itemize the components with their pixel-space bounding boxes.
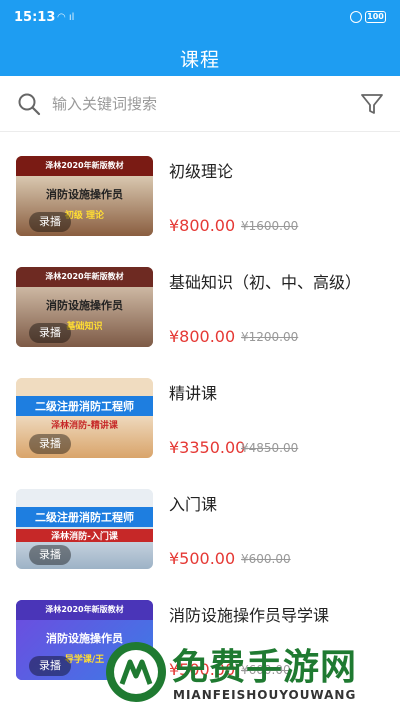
battery-icon: 100 [365, 11, 386, 23]
course-price: ¥500.00 [169, 549, 236, 568]
top-bar: 15:13 ◠ ıl 100 课程 [0, 0, 400, 76]
course-title: 入门课 [169, 495, 218, 514]
course-original-price: ¥4850.00 [241, 441, 299, 455]
recorded-badge: 录播 [29, 545, 71, 565]
course-original-price: ¥600.00 [241, 552, 291, 566]
course-title: 消防设施操作员导学课 [169, 606, 330, 625]
recorded-badge: 录播 [29, 323, 71, 343]
thumb-title-text: 二级注册消防工程师 [16, 507, 153, 527]
watermark-logo-icon [106, 642, 166, 702]
course-thumbnail: 二级注册消防工程师 泽林消防-精讲课 录播 [16, 378, 153, 458]
course-item[interactable]: 二级注册消防工程师 泽林消防-精讲课 录播 精讲课 ¥3350.00 ¥4850… [0, 378, 400, 489]
thumb-sub-text: 泽林消防-入门课 [16, 529, 153, 542]
course-thumbnail: 二级注册消防工程师 泽林消防-入门课 录播 [16, 489, 153, 569]
thumb-title-text: 二级注册消防工程师 [16, 396, 153, 416]
wifi-icon: ◠ ıl [57, 12, 75, 23]
recorded-badge: 录播 [29, 212, 71, 232]
course-original-price: ¥1600.00 [241, 219, 299, 233]
course-price: ¥3350.00 [169, 438, 246, 457]
thumb-top-text: 泽林2020年新版教材 [45, 272, 124, 281]
course-item[interactable]: 泽林2020年新版教材 消防设施操作员 基础知识 录播 基础知识（初、中、高级）… [0, 267, 400, 378]
thumb-sub-text: 泽林消防-精讲课 [51, 421, 118, 431]
course-title: 精讲课 [169, 384, 218, 403]
filter-icon[interactable] [360, 92, 384, 116]
course-item[interactable]: 泽林2020年新版教材 消防设施操作员 初级 理论 录播 初级理论 ¥800.0… [0, 156, 400, 267]
page-title: 课程 [179, 49, 220, 71]
search-bar [0, 76, 400, 132]
recorded-badge: 录播 [29, 656, 71, 676]
watermark-subtitle: MIANFEISHOUYOUWANG [173, 688, 357, 702]
thumb-title-text: 消防设施操作员 [46, 188, 123, 201]
thumb-top-text: 泽林2020年新版教材 [45, 161, 124, 170]
course-item[interactable]: 二级注册消防工程师 泽林消防-入门课 录播 入门课 ¥500.00 ¥600.0… [0, 489, 400, 600]
watermark-title: 免费手游网 [172, 647, 358, 688]
course-original-price: ¥1200.00 [241, 330, 299, 344]
course-title: 初级理论 [169, 162, 234, 181]
course-thumbnail: 泽林2020年新版教材 消防设施操作员 初级 理论 录播 [16, 156, 153, 236]
course-price: ¥800.00 [169, 216, 236, 235]
thumb-title-text: 消防设施操作员 [46, 299, 123, 312]
search-icon[interactable] [17, 92, 41, 116]
search-input[interactable] [52, 90, 332, 118]
thumb-top-text: 泽林2020年新版教材 [45, 605, 124, 614]
course-thumbnail: 泽林2020年新版教材 消防设施操作员 基础知识 录播 [16, 267, 153, 347]
status-time: 15:13 [14, 10, 56, 25]
course-title: 基础知识（初、中、高级） [169, 273, 362, 292]
recorded-badge: 录播 [29, 434, 71, 454]
status-bar: 15:13 ◠ ıl 100 [0, 0, 400, 38]
alarm-icon [350, 11, 362, 23]
course-price: ¥800.00 [169, 327, 236, 346]
